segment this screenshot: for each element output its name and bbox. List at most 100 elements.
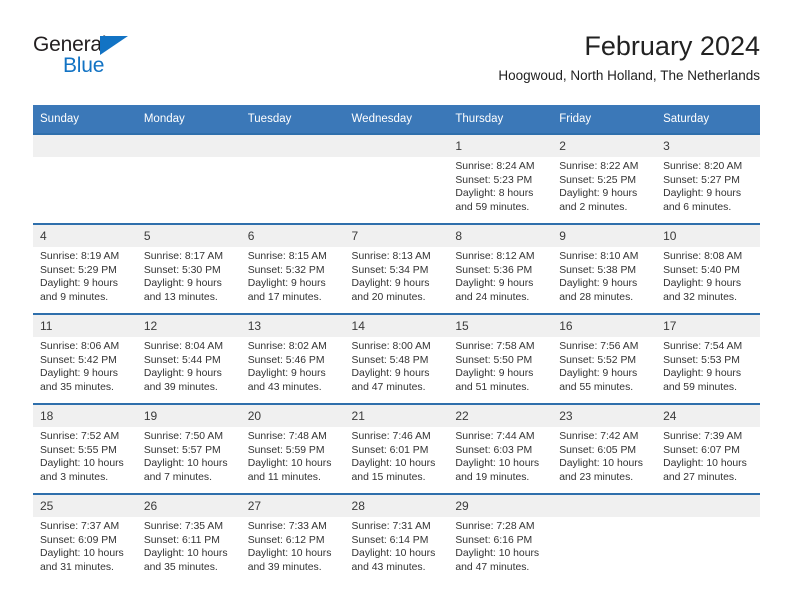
- day-detail-line: Sunrise: 7:46 AM: [351, 431, 431, 442]
- day-detail-line: and 32 minutes.: [663, 291, 737, 303]
- day-details: Sunrise: 8:17 AM Sunset: 5:30 PM Daylight:…: [137, 247, 241, 304]
- day-detail-line: and 27 minutes.: [663, 471, 737, 483]
- day-detail-line: Sunset: 5:36 PM: [455, 264, 533, 276]
- day-number: 4: [33, 225, 137, 247]
- day-number: 27: [240, 495, 345, 517]
- calendar-empty-cell: [552, 493, 657, 583]
- day-detail-line: Sunset: 5:42 PM: [40, 354, 117, 366]
- calendar-day-cell[interactable]: 13 Sunrise: 8:02 AM Sunset: 5:46 PM Dayligh…: [240, 313, 345, 404]
- calendar-day-cell[interactable]: 22 Sunrise: 7:44 AM Sunset: 6:03 PM Dayligh…: [448, 403, 553, 494]
- day-number: 6: [240, 225, 345, 247]
- calendar-day-cell[interactable]: 4 Sunrise: 8:19 AM Sunset: 5:29 PM Daylight…: [33, 223, 137, 314]
- day-number: [33, 135, 137, 157]
- calendar-day-cell[interactable]: 18 Sunrise: 7:52 AM Sunset: 5:55 PM Dayligh…: [33, 403, 137, 494]
- day-details: Sunrise: 8:00 AM Sunset: 5:48 PM Daylight:…: [345, 337, 449, 394]
- calendar-day-cell[interactable]: 23 Sunrise: 7:42 AM Sunset: 6:05 PM Dayligh…: [552, 403, 657, 494]
- day-detail-line: Sunrise: 8:12 AM: [455, 251, 535, 262]
- day-number: 3: [656, 135, 760, 157]
- calendar-empty-cell: [656, 493, 760, 583]
- day-detail-line: and 19 minutes.: [455, 471, 530, 483]
- weekday-header-wednesday: Wednesday: [344, 105, 449, 134]
- day-number: 25: [33, 495, 137, 517]
- calendar-day-cell[interactable]: 5 Sunrise: 8:17 AM Sunset: 5:30 PM Daylight…: [136, 223, 241, 314]
- day-detail-line: Daylight: 9 hours: [143, 278, 222, 290]
- calendar-day-cell[interactable]: 1 Sunrise: 8:24 AM Sunset: 5:23 PM Daylight…: [448, 133, 553, 224]
- day-details: Sunrise: 7:31 AM Sunset: 6:14 PM Daylight:…: [345, 517, 449, 574]
- calendar-day-cell[interactable]: 7 Sunrise: 8:13 AM Sunset: 5:34 PM Daylight…: [344, 223, 449, 314]
- calendar-day-cell[interactable]: 14 Sunrise: 8:00 AM Sunset: 5:48 PM Dayligh…: [344, 313, 449, 404]
- calendar-day-cell[interactable]: 10 Sunrise: 8:08 AM Sunset: 5:40 PM Dayligh…: [656, 223, 760, 314]
- day-detail-line: and 31 minutes.: [40, 561, 114, 573]
- day-detail-line: and 47 minutes.: [351, 381, 426, 393]
- day-detail-line: Daylight: 10 hours: [455, 548, 540, 560]
- day-detail-line: Sunrise: 8:04 AM: [143, 341, 223, 352]
- day-detail-line: Daylight: 9 hours: [455, 368, 534, 380]
- day-detail-line: Daylight: 10 hours: [247, 458, 332, 470]
- calendar-day-cell[interactable]: 12 Sunrise: 8:04 AM Sunset: 5:44 PM Dayligh…: [136, 313, 241, 404]
- calendar-day-cell[interactable]: 29 Sunrise: 7:28 AM Sunset: 6:16 PM Dayligh…: [448, 493, 553, 583]
- day-number: 2: [552, 135, 657, 157]
- day-detail-line: Sunset: 5:46 PM: [247, 354, 325, 366]
- day-detail-line: Sunset: 5:25 PM: [559, 174, 637, 186]
- day-detail-line: Daylight: 10 hours: [351, 458, 436, 470]
- day-detail-line: Sunset: 5:32 PM: [247, 264, 325, 276]
- calendar-day-cell[interactable]: 8 Sunrise: 8:12 AM Sunset: 5:36 PM Daylight…: [448, 223, 553, 314]
- day-detail-line: Sunrise: 8:22 AM: [559, 161, 639, 172]
- day-detail-line: Sunset: 5:23 PM: [455, 174, 533, 186]
- day-detail-line: Sunset: 5:48 PM: [351, 354, 429, 366]
- day-detail-line: Daylight: 9 hours: [663, 368, 742, 380]
- weekday-header-monday: Monday: [136, 105, 241, 134]
- day-detail-line: Daylight: 8 hours: [455, 188, 534, 200]
- calendar-day-cell[interactable]: 19 Sunrise: 7:50 AM Sunset: 5:57 PM Dayligh…: [136, 403, 241, 494]
- calendar-day-cell[interactable]: 26 Sunrise: 7:35 AM Sunset: 6:11 PM Dayligh…: [136, 493, 241, 583]
- day-detail-line: Daylight: 10 hours: [663, 458, 747, 470]
- day-detail-line: Daylight: 9 hours: [559, 368, 638, 380]
- day-detail-line: and 59 minutes.: [663, 381, 737, 393]
- calendar-day-cell[interactable]: 17 Sunrise: 7:54 AM Sunset: 5:53 PM Dayligh…: [656, 313, 760, 404]
- day-number: [240, 135, 345, 157]
- calendar-day-cell[interactable]: 28 Sunrise: 7:31 AM Sunset: 6:14 PM Dayligh…: [344, 493, 449, 583]
- day-detail-line: Sunrise: 7:44 AM: [455, 431, 535, 442]
- day-detail-line: Sunset: 5:34 PM: [351, 264, 429, 276]
- day-detail-line: Daylight: 9 hours: [559, 188, 638, 200]
- calendar-day-cell[interactable]: 24 Sunrise: 7:39 AM Sunset: 6:07 PM Dayligh…: [656, 403, 760, 494]
- calendar-day-cell[interactable]: 2 Sunrise: 8:22 AM Sunset: 5:25 PM Daylight…: [552, 133, 657, 224]
- calendar-day-cell[interactable]: 21 Sunrise: 7:46 AM Sunset: 6:01 PM Dayligh…: [344, 403, 449, 494]
- page-title: February 2024: [584, 31, 760, 61]
- day-details: Sunrise: 7:50 AM Sunset: 5:57 PM Daylight:…: [137, 427, 241, 484]
- day-number: [656, 495, 760, 517]
- day-detail-line: and 39 minutes.: [247, 561, 322, 573]
- day-detail-line: Sunrise: 7:52 AM: [40, 431, 120, 442]
- day-detail-line: Sunset: 5:57 PM: [143, 444, 221, 456]
- day-detail-line: and 15 minutes.: [351, 471, 426, 483]
- day-detail-line: Sunrise: 8:17 AM: [143, 251, 223, 262]
- day-detail-line: Sunrise: 7:42 AM: [559, 431, 639, 442]
- day-detail-line: and 3 minutes.: [40, 471, 109, 483]
- calendar-day-cell[interactable]: 6 Sunrise: 8:15 AM Sunset: 5:32 PM Daylight…: [240, 223, 345, 314]
- calendar-day-cell[interactable]: 25 Sunrise: 7:37 AM Sunset: 6:09 PM Dayligh…: [33, 493, 137, 583]
- day-detail-line: and 2 minutes.: [559, 201, 628, 213]
- logo-word-general: General: [33, 33, 107, 56]
- day-details: Sunrise: 7:46 AM Sunset: 6:01 PM Daylight:…: [345, 427, 449, 484]
- calendar-week-row: 25 Sunrise: 7:37 AM Sunset: 6:09 PM Dayligh…: [33, 493, 760, 583]
- day-number: 23: [552, 405, 657, 427]
- calendar-day-cell[interactable]: 15 Sunrise: 7:58 AM Sunset: 5:50 PM Dayligh…: [448, 313, 553, 404]
- day-details: Sunrise: 8:06 AM Sunset: 5:42 PM Daylight:…: [33, 337, 137, 394]
- calendar-day-cell[interactable]: 16 Sunrise: 7:56 AM Sunset: 5:52 PM Dayligh…: [552, 313, 657, 404]
- calendar-day-cell[interactable]: 3 Sunrise: 8:20 AM Sunset: 5:27 PM Daylight…: [656, 133, 760, 224]
- day-details: Sunrise: 8:02 AM Sunset: 5:46 PM Daylight:…: [241, 337, 345, 394]
- day-detail-line: and 20 minutes.: [351, 291, 426, 303]
- day-detail-line: Sunrise: 7:35 AM: [143, 521, 223, 532]
- calendar-day-cell[interactable]: 9 Sunrise: 8:10 AM Sunset: 5:38 PM Daylight…: [552, 223, 657, 314]
- logo-text-general: General: [33, 34, 233, 55]
- triangle-icon: [100, 36, 128, 55]
- day-detail-line: Sunrise: 7:58 AM: [455, 341, 535, 352]
- day-detail-line: and 24 minutes.: [455, 291, 530, 303]
- day-detail-line: Daylight: 10 hours: [455, 458, 540, 470]
- day-details: Sunrise: 7:33 AM Sunset: 6:12 PM Daylight:…: [241, 517, 345, 574]
- day-detail-line: Daylight: 10 hours: [40, 548, 124, 560]
- calendar-day-cell[interactable]: 20 Sunrise: 7:48 AM Sunset: 5:59 PM Dayligh…: [240, 403, 345, 494]
- calendar-day-cell[interactable]: 27 Sunrise: 7:33 AM Sunset: 6:12 PM Dayligh…: [240, 493, 345, 583]
- day-detail-line: Sunset: 5:52 PM: [559, 354, 637, 366]
- calendar-day-cell[interactable]: 11 Sunrise: 8:06 AM Sunset: 5:42 PM Dayligh…: [33, 313, 137, 404]
